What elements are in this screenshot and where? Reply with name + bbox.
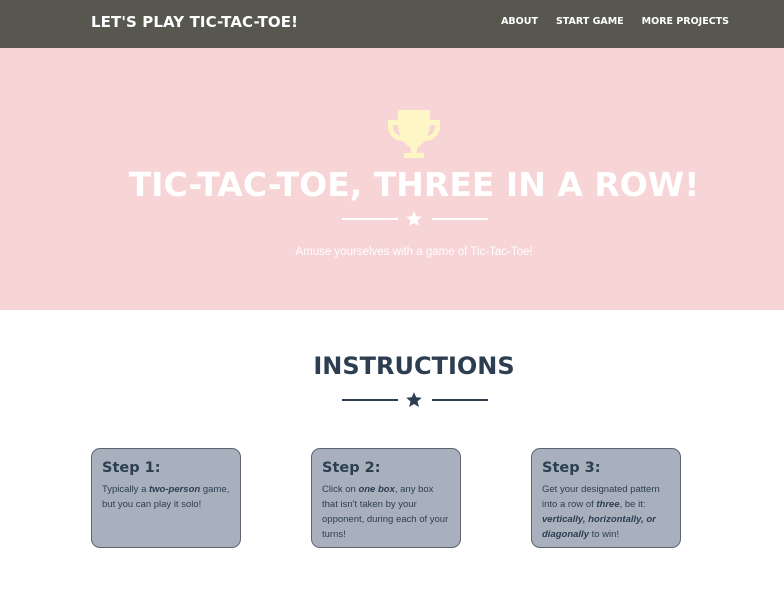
card-title: Step 3: [542,460,601,476]
trophy-icon [388,110,440,158]
brand-link[interactable]: LET'S PLAY TIC-TAC-TOE! [91,13,298,31]
emphasis-text: three [596,499,620,510]
card-text: Get your designated pattern into a row o… [542,484,660,540]
hero-divider-right [432,218,488,220]
nav-link-more-projects[interactable]: MORE PROJECTS [642,16,729,27]
navbar: LET'S PLAY TIC-TAC-TOE! ABOUT START GAME… [0,0,784,48]
nav-links: ABOUT START GAME MORE PROJECTS [501,16,729,27]
instruction-card-step-3: Step 3: Get your designated pattern into… [531,448,681,548]
instruction-card-step-2: Step 2: Click on one box, any box that i… [311,448,461,548]
hero-subtitle: Amuse yourselves with a game of Tic-Tac-… [295,246,533,258]
emphasis-text: vertically, horizontally, or diagonally [542,514,656,540]
hero-section: TIC-TAC-TOE, THREE IN A ROW! Amuse yours… [0,48,784,310]
card-title: Step 2: [322,460,381,476]
emphasis-text: two-person [149,484,201,495]
instructions-divider-left [342,399,398,401]
star-icon [406,211,422,226]
instructions-title: INSTRUCTIONS [313,352,515,380]
nav-link-start-game[interactable]: START GAME [556,16,624,27]
star-icon [406,392,422,407]
nav-link-about[interactable]: ABOUT [501,16,538,27]
instructions-divider-right [432,399,488,401]
card-text: Typically a two-person game, but you can… [102,484,230,510]
emphasis-text: one box [358,484,395,495]
hero-divider-left [342,218,398,220]
hero-title: TIC-TAC-TOE, THREE IN A ROW! [128,165,700,204]
instruction-card-step-1: Step 1: Typically a two-person game, but… [91,448,241,548]
card-text: Click on one box, any box that isn't tak… [322,484,449,540]
card-title: Step 1: [102,460,161,476]
